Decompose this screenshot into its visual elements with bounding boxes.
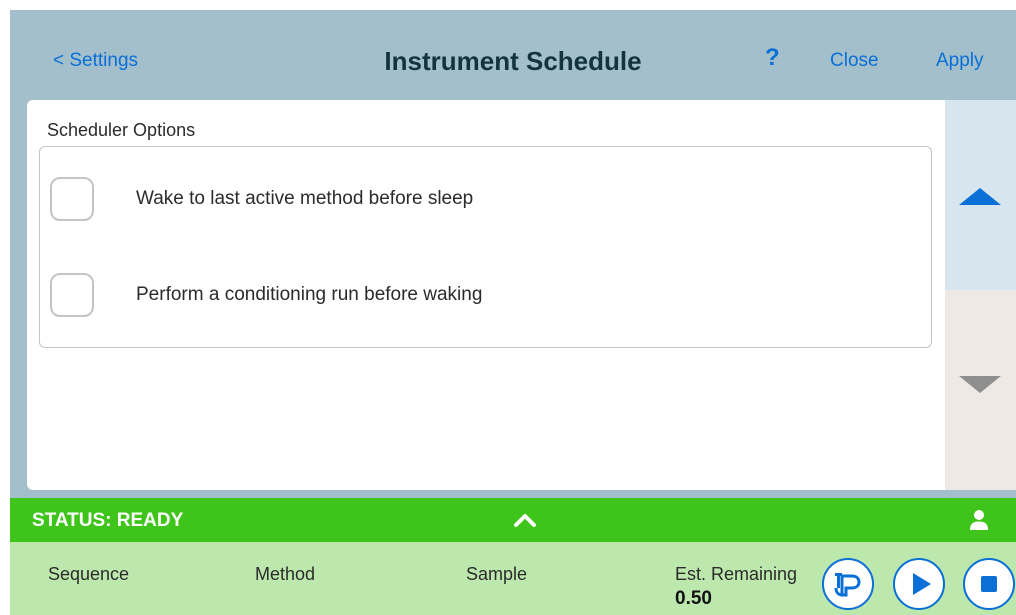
prime-icon	[834, 573, 861, 597]
play-button[interactable]	[893, 558, 945, 610]
apply-button[interactable]: Apply	[936, 50, 984, 72]
stop-button[interactable]	[963, 558, 1015, 610]
help-button[interactable]: ?	[765, 44, 780, 72]
scroll-column	[945, 100, 1016, 490]
scroll-down-button[interactable]	[945, 290, 1016, 490]
app-window: < Settings Instrument Schedule ? Close A…	[10, 10, 1016, 615]
chevron-up-icon[interactable]	[510, 508, 540, 532]
back-settings-link[interactable]: < Settings	[53, 50, 138, 72]
user-icon[interactable]	[968, 509, 990, 531]
est-remaining-label: Est. Remaining	[675, 564, 798, 584]
status-text: STATUS: READY	[32, 510, 184, 531]
play-icon	[913, 573, 931, 595]
wake-last-method-checkbox[interactable]	[50, 177, 94, 221]
sample-label: Sample	[466, 564, 528, 584]
scheduler-options-box: Wake to last active method before sleep …	[39, 146, 932, 348]
method-label: Method	[255, 564, 316, 584]
conditioning-run-checkbox[interactable]	[50, 273, 94, 317]
triangle-down-icon	[959, 376, 1001, 393]
option-label: Perform a conditioning run before waking	[136, 284, 483, 305]
stop-icon	[981, 576, 997, 592]
section-title: Scheduler Options	[47, 120, 196, 140]
triangle-up-icon	[959, 188, 1001, 205]
option-label: Wake to last active method before sleep	[136, 188, 474, 209]
info-bar: Sequence Method Sample Est. Remaining 0.…	[10, 542, 1016, 615]
close-button[interactable]: Close	[830, 50, 879, 72]
content-panel: Scheduler Options Wake to last active me…	[27, 100, 945, 490]
status-bar: STATUS: READY	[10, 498, 1016, 542]
header-bar: < Settings Instrument Schedule ? Close A…	[10, 10, 1016, 100]
scroll-up-button[interactable]	[945, 100, 1016, 290]
option-row-conditioning-run[interactable]: Perform a conditioning run before waking	[40, 265, 930, 325]
option-row-wake-last-method[interactable]: Wake to last active method before sleep	[40, 169, 930, 229]
prime-button[interactable]	[822, 558, 874, 610]
sequence-label: Sequence	[48, 564, 130, 584]
est-remaining-value: 0.50	[675, 588, 712, 609]
